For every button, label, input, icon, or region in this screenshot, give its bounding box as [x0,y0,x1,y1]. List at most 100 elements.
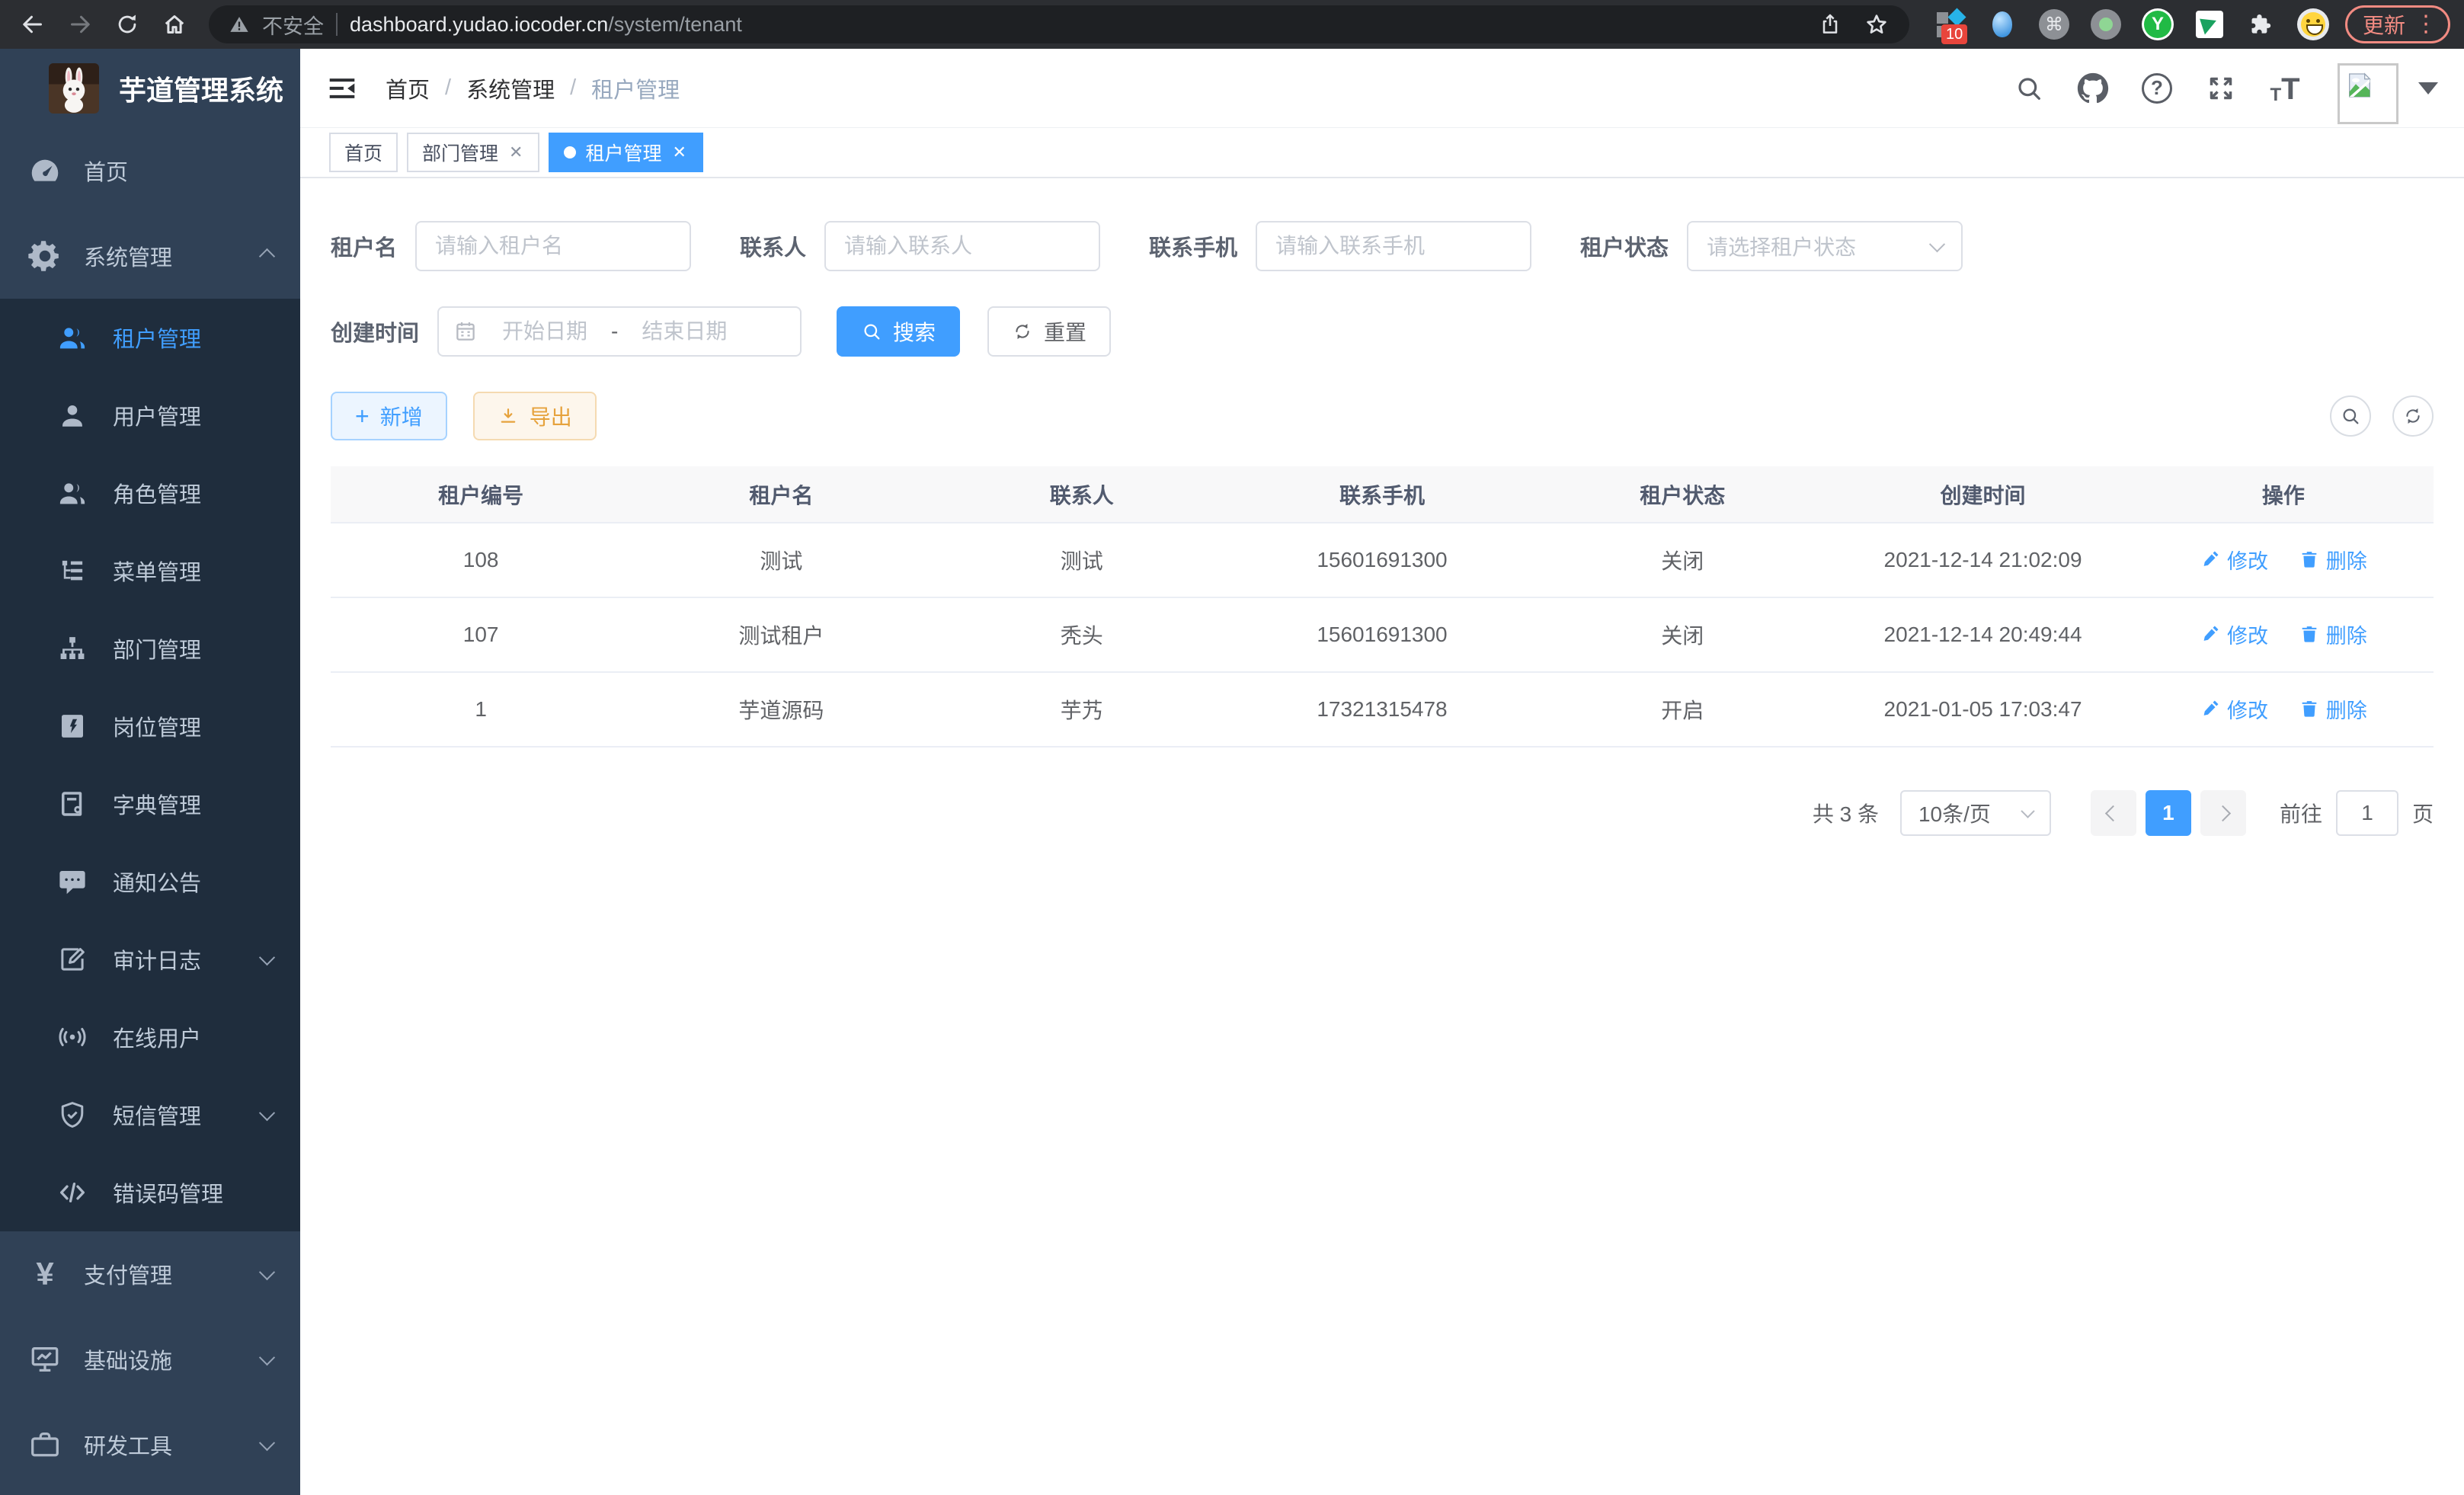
page-number-1[interactable]: 1 [2146,790,2191,836]
edit-link[interactable]: 修改 [2200,694,2268,724]
sidebar-item-dept[interactable]: 部门管理 [0,610,300,687]
sidebar-item-dict[interactable]: 字典管理 [0,765,300,843]
flag-extension-icon[interactable] [2193,8,2226,41]
breadcrumb-current: 租户管理 [591,72,680,104]
col-actions: 操作 [2133,466,2434,523]
refresh-table-button[interactable] [2392,395,2434,437]
header-search-icon[interactable] [2013,72,2045,104]
browser-back-button[interactable] [11,2,55,46]
github-icon[interactable] [2077,72,2109,104]
pagination: 共 3 条 10条/页 1 前往 页 [331,790,2434,836]
contact-input[interactable] [832,234,1093,258]
profile-avatar-icon[interactable] [2296,8,2330,41]
browser-home-button[interactable] [152,2,197,46]
browser-reload-button[interactable] [105,2,149,46]
add-button[interactable]: + 新增 [331,392,447,440]
fullscreen-icon[interactable] [2205,72,2237,104]
recorder-extension-icon[interactable] [2089,8,2123,41]
page-size-select[interactable]: 10条/页 [1900,790,2051,836]
search-button[interactable]: 搜索 [837,306,960,357]
sidebar-item-label: 通知公告 [113,866,201,898]
close-icon[interactable]: ✕ [670,142,687,162]
sidebar-item-sms[interactable]: 短信管理 [0,1076,300,1154]
sidebar-item-tenant[interactable]: 租户管理 [0,299,300,376]
delete-link[interactable]: 删除 [2299,545,2367,575]
security-label[interactable]: 不安全 [262,10,324,40]
sidebar-logo[interactable]: 芋道管理系统 [0,49,300,128]
next-page-button[interactable] [2200,790,2246,836]
browser-update-button[interactable]: 更新 ⋮ [2345,5,2450,43]
tab-home[interactable]: 首页 [329,133,398,172]
toggle-search-button[interactable] [2330,395,2371,437]
cell-tenant-id: 108 [331,523,631,597]
help-icon[interactable]: ? [2141,72,2173,104]
prev-page-button[interactable] [2091,790,2136,836]
sidebar-item-post[interactable]: 岗位管理 [0,687,300,765]
page-url[interactable]: dashboard.yudao.iocoder.cn/system/tenant [350,13,742,37]
sidebar-item-system[interactable]: 系统管理 [0,213,300,299]
sidebar-item-role[interactable]: 角色管理 [0,454,300,532]
table-row: 107 测试租户 秃头 15601691300 关闭 2021-12-14 20… [331,597,2434,672]
system-submenu: 租户管理 用户管理 角色管理 菜单管理 部门管理 岗位管理 [0,299,300,1231]
sidebar-item-devtools[interactable]: 研发工具 [0,1402,300,1487]
plus-icon: + [355,404,370,428]
tab-dept[interactable]: 部门管理 ✕ [407,133,539,172]
balloon-extension-icon[interactable] [1986,8,2019,41]
tenant-name-input[interactable] [423,234,683,258]
close-icon[interactable]: ✕ [507,142,524,162]
cell-contact: 测试 [932,523,1232,597]
sidebar-item-label: 研发工具 [84,1429,172,1461]
share-icon[interactable] [1818,12,1842,37]
cell-contact: 芋艿 [932,672,1232,747]
command-extension-icon[interactable]: ⌘ [2037,8,2071,41]
edit-link[interactable]: 修改 [2200,619,2268,649]
edit-link[interactable]: 修改 [2200,545,2268,575]
bookmark-star-icon[interactable] [1864,11,1890,37]
export-button[interactable]: 导出 [473,392,597,440]
sidebar-fold-icon[interactable] [325,71,360,106]
tree-icon [56,555,88,587]
browser-forward-button[interactable] [58,2,102,46]
breadcrumb-system[interactable]: 系统管理 [466,72,555,104]
calendar-icon [453,319,478,344]
status-select[interactable]: 请选择租户状态 [1687,221,1963,271]
sidebar-item-error-code[interactable]: 错误码管理 [0,1154,300,1231]
role-users-icon [56,477,88,509]
status-select-placeholder: 请选择租户状态 [1707,231,1856,261]
sidebar-item-payment[interactable]: ¥ 支付管理 [0,1231,300,1317]
sidebar-item-notice[interactable]: 通知公告 [0,843,300,920]
y-extension-icon[interactable]: Y [2141,8,2174,41]
tab-manager-extension-icon[interactable]: 10 [1934,8,1967,41]
chevron-down-icon [259,1435,275,1451]
date-end-input[interactable] [624,319,744,344]
cell-mobile: 15601691300 [1232,597,1532,672]
sidebar-item-user[interactable]: 用户管理 [0,376,300,454]
delete-link[interactable]: 删除 [2299,694,2367,724]
sidebar-item-online-user[interactable]: 在线用户 [0,998,300,1076]
user-menu[interactable] [2338,53,2438,124]
delete-link[interactable]: 删除 [2299,619,2367,649]
sidebar-item-menu[interactable]: 菜单管理 [0,532,300,610]
address-bar[interactable]: 不安全 dashboard.yudao.iocoder.cn/system/te… [209,5,1909,43]
date-range-picker[interactable]: - [437,306,802,357]
font-size-icon[interactable]: TT [2269,72,2301,104]
filter-status: 租户状态 请选择租户状态 [1580,221,1963,271]
col-mobile: 联系手机 [1232,466,1532,523]
mobile-input[interactable] [1263,234,1524,258]
sidebar-item-audit-log[interactable]: 审计日志 [0,920,300,998]
avatar[interactable] [2338,63,2398,124]
trash-icon [2299,698,2320,719]
badge-icon [56,710,88,742]
extensions-puzzle-icon[interactable] [2245,8,2278,41]
date-start-input[interactable] [485,319,605,344]
security-warning-icon [229,14,250,35]
dictionary-book-icon [56,788,88,820]
tab-tenant[interactable]: 租户管理 ✕ [549,133,702,172]
sidebar-item-home[interactable]: 首页 [0,128,300,213]
goto-page-input[interactable] [2336,790,2398,836]
breadcrumb-home[interactable]: 首页 [386,72,430,104]
reset-button[interactable]: 重置 [987,306,1111,357]
browser-menu-icon[interactable]: ⋮ [2414,13,2437,36]
active-dot [564,146,576,158]
sidebar-item-infra[interactable]: 基础设施 [0,1317,300,1402]
